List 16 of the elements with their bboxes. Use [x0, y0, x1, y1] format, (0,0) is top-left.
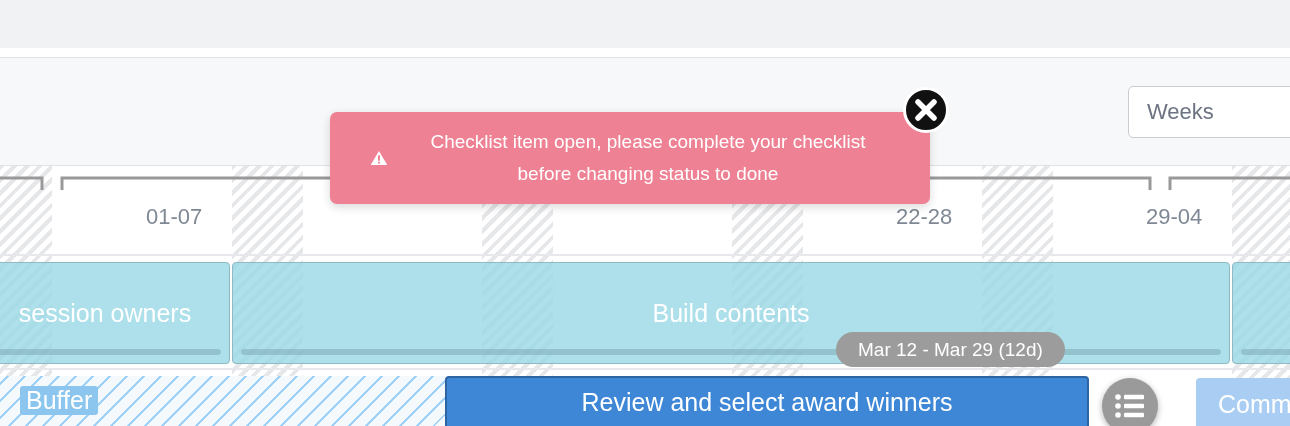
toast-message: Checklist item open, please complete your checklist before changing status to done — [429, 130, 867, 186]
task-bar[interactable]: Comm — [1196, 378, 1290, 426]
task-label: Build contents — [652, 298, 810, 328]
checklist-button[interactable] — [1102, 378, 1158, 426]
task-label: session owners — [18, 298, 192, 328]
buffer-bar[interactable]: Buffer — [0, 376, 445, 426]
task-bar[interactable]: Review and select award winners — [445, 376, 1089, 426]
list-icon — [1115, 394, 1145, 418]
week-label: 01-07 — [146, 204, 203, 230]
date-range-badge: Mar 12 - Mar 29 (12d) — [836, 332, 1065, 367]
task-bar[interactable]: session owners — [0, 262, 230, 364]
scale-select[interactable]: Weeks — [1128, 86, 1290, 138]
close-icon[interactable] — [903, 87, 949, 133]
week-label: 29-04 — [1146, 204, 1203, 230]
buffer-label: Buffer — [20, 386, 99, 415]
week-label: 22-28 — [896, 204, 953, 230]
